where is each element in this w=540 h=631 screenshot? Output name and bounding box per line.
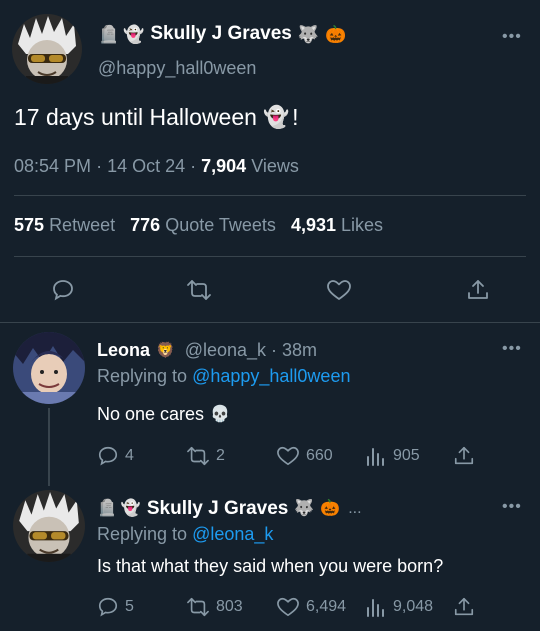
like-button[interactable] (326, 278, 352, 302)
separator: · (190, 156, 202, 176)
ghost-emoji: 👻 (262, 106, 290, 129)
views-count: 7,904 (201, 156, 247, 176)
avatar[interactable] (13, 332, 85, 404)
reply-button[interactable]: 5 (97, 596, 134, 618)
author-name[interactable]: Skully J Graves (150, 23, 292, 45)
replying-to-handle[interactable]: @happy_hall0ween (192, 366, 350, 386)
reply-icon (98, 446, 118, 466)
more-options-icon[interactable]: ••• (502, 28, 522, 46)
reply-header: Leona 🦁 @leona_k · 38m (97, 340, 317, 361)
retweet-count: 2 (216, 447, 225, 464)
retweets-stat[interactable]: 575 Retweet (14, 215, 120, 235)
like-icon (277, 597, 299, 617)
view-count: 905 (393, 447, 420, 464)
replying-to: Replying to @leona_k (97, 524, 273, 545)
reply-button[interactable] (51, 278, 75, 302)
reply-text: No one cares 💀 (97, 404, 230, 425)
separator: · (96, 156, 108, 176)
retweet-count: 803 (216, 598, 243, 615)
tombstone-emoji: 🪦 (97, 500, 117, 517)
separator: · (266, 340, 283, 360)
retweet-button[interactable]: 2 (186, 445, 225, 467)
retweets-label: Retweet (49, 215, 116, 235)
pumpkin-emoji: 🎃 (320, 500, 341, 517)
like-button[interactable]: 660 (276, 445, 333, 467)
truncation: ... (348, 500, 362, 517)
reply-time[interactable]: 38m (282, 340, 317, 361)
ghost-emoji: 👻 (123, 24, 145, 44)
share-icon (454, 597, 474, 616)
skull-emoji: 💀 (210, 405, 230, 423)
more-options-icon[interactable]: ••• (502, 498, 522, 516)
reply-text-body: No one cares (97, 404, 205, 424)
views-label: Views (251, 156, 299, 176)
share-button[interactable] (453, 445, 475, 467)
reply-count: 4 (125, 447, 134, 464)
tweet-text-end: ! (292, 104, 299, 130)
reply-button[interactable]: 4 (97, 445, 134, 467)
pumpkin-emoji: 🎃 (325, 24, 347, 44)
retweet-icon (187, 597, 209, 617)
share-icon (468, 280, 488, 299)
author-name-row: 🪦 👻 Skully J Graves 🐺 🎃 (98, 23, 346, 45)
retweet-button[interactable]: 803 (186, 596, 243, 618)
tweet-stats: 575 Retweet 776 Quote Tweets 4,931 Likes (14, 215, 383, 236)
quotes-label: Quote Tweets (165, 215, 276, 235)
lion-emoji: 🦁 (156, 342, 175, 359)
reply-header: 🪦 👻 Skully J Graves 🐺 🎃 ... (97, 498, 362, 520)
author-handle[interactable]: @happy_hall0ween (98, 58, 256, 79)
likes-count: 4,931 (290, 215, 336, 235)
share-icon (454, 446, 474, 465)
views-icon (367, 599, 384, 617)
views-icon (367, 448, 384, 466)
share-button[interactable] (453, 596, 475, 618)
wolf-emoji: 🐺 (297, 24, 320, 44)
quotes-stat[interactable]: 776 Quote Tweets (130, 215, 281, 235)
like-button[interactable]: 6,494 (276, 596, 346, 618)
share-button[interactable] (466, 278, 490, 302)
divider (14, 195, 526, 196)
wolf-emoji: 🐺 (294, 500, 315, 517)
ghost-emoji: 👻 (120, 500, 141, 517)
replying-to-handle[interactable]: @leona_k (192, 524, 273, 544)
reply-author-name[interactable]: Skully J Graves (147, 498, 289, 520)
reply-icon (53, 280, 73, 301)
replying-to-label: Replying to (97, 366, 188, 386)
tweet-date[interactable]: 14 Oct 24 (107, 156, 185, 176)
avatar[interactable] (13, 490, 85, 562)
like-count: 660 (306, 447, 333, 464)
reply-author-name[interactable]: Leona (97, 340, 150, 361)
more-options-icon[interactable]: ••• (502, 340, 522, 358)
tombstone-emoji: 🪦 (98, 24, 120, 44)
avatar[interactable] (12, 14, 82, 84)
like-count: 6,494 (306, 598, 347, 615)
reply-author-handle[interactable]: @leona_k (185, 340, 266, 361)
likes-stat[interactable]: 4,931 Likes (291, 215, 383, 235)
divider (14, 256, 526, 257)
like-icon (327, 280, 351, 300)
retweet-icon (187, 280, 211, 300)
tweet-text-body: 17 days until Halloween (14, 104, 257, 130)
quotes-count: 776 (130, 215, 161, 235)
thread-line (48, 408, 50, 486)
divider (0, 322, 540, 323)
retweet-icon (187, 446, 209, 466)
like-icon (277, 446, 299, 466)
views-button[interactable]: 905 (365, 445, 420, 467)
tweet-text: 17 days until Halloween 👻 ! (14, 104, 298, 131)
tweet-meta: 08:54 PM · 14 Oct 24 · 7,904 Views (14, 156, 299, 177)
view-count: 9,048 (393, 598, 434, 615)
retweets-count: 575 (14, 215, 45, 235)
reply-icon (98, 597, 118, 617)
reply-count: 5 (125, 598, 134, 615)
tweet-time[interactable]: 08:54 PM (14, 156, 91, 176)
reply-text: Is that what they said when you were bor… (97, 556, 444, 576)
views-button[interactable]: 9,048 (365, 596, 433, 618)
retweet-button[interactable] (186, 278, 212, 302)
replying-to-label: Replying to (97, 524, 188, 544)
replying-to: Replying to @happy_hall0ween (97, 366, 350, 387)
likes-label: Likes (341, 215, 384, 235)
